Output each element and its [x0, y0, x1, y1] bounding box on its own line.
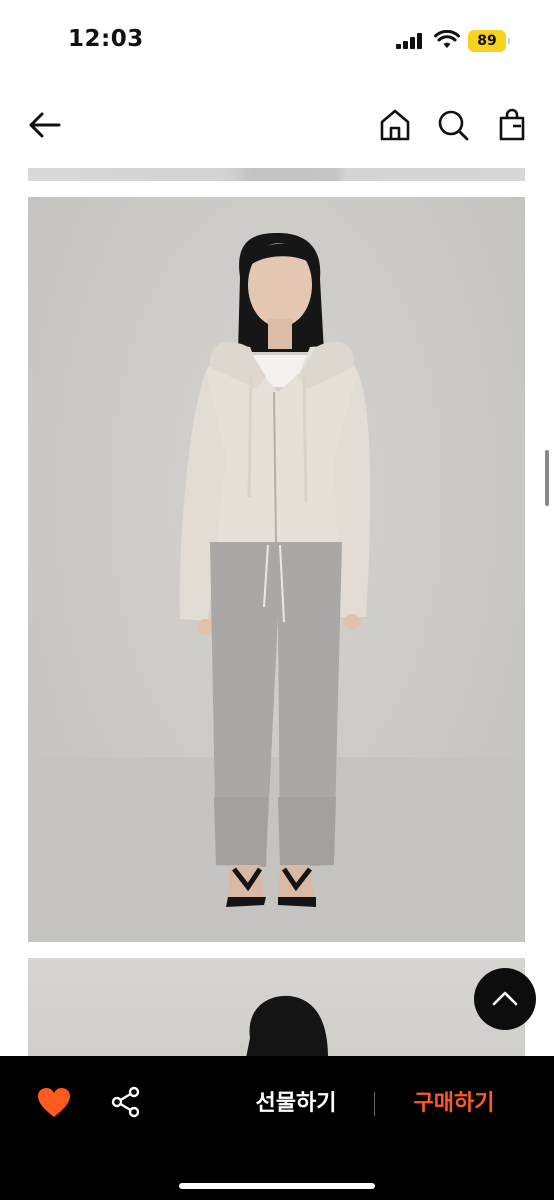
cellular-signal-icon [396, 33, 424, 49]
product-image-previous [28, 168, 525, 181]
home-icon[interactable] [378, 108, 412, 142]
status-time: 12:03 [68, 26, 144, 52]
model-illustration-next [241, 995, 328, 1056]
scrollbar[interactable] [545, 450, 549, 506]
nav-bar [0, 96, 554, 156]
product-image [28, 197, 525, 942]
scroll-to-top-button[interactable] [474, 968, 536, 1030]
status-bar: 12:03 89 [0, 0, 554, 80]
battery-indicator: 89 [468, 30, 510, 52]
heart-icon[interactable] [36, 1086, 72, 1120]
bottom-action-bar: 선물하기 구매하기 [0, 1056, 554, 1200]
home-indicator [179, 1183, 375, 1189]
model-illustration [28, 233, 525, 942]
buy-button[interactable]: 구매하기 [398, 1086, 510, 1122]
shopping-bag-icon[interactable] [495, 108, 529, 142]
divider [374, 1092, 375, 1116]
product-image-next [28, 958, 525, 1056]
wifi-icon [434, 30, 460, 48]
gift-button[interactable]: 선물하기 [240, 1086, 352, 1122]
arrow-left-icon[interactable] [26, 108, 64, 142]
chevron-up-icon [492, 991, 518, 1006]
product-detail-content[interactable] [0, 156, 554, 1056]
search-icon[interactable] [436, 108, 470, 142]
share-icon[interactable] [110, 1086, 142, 1118]
